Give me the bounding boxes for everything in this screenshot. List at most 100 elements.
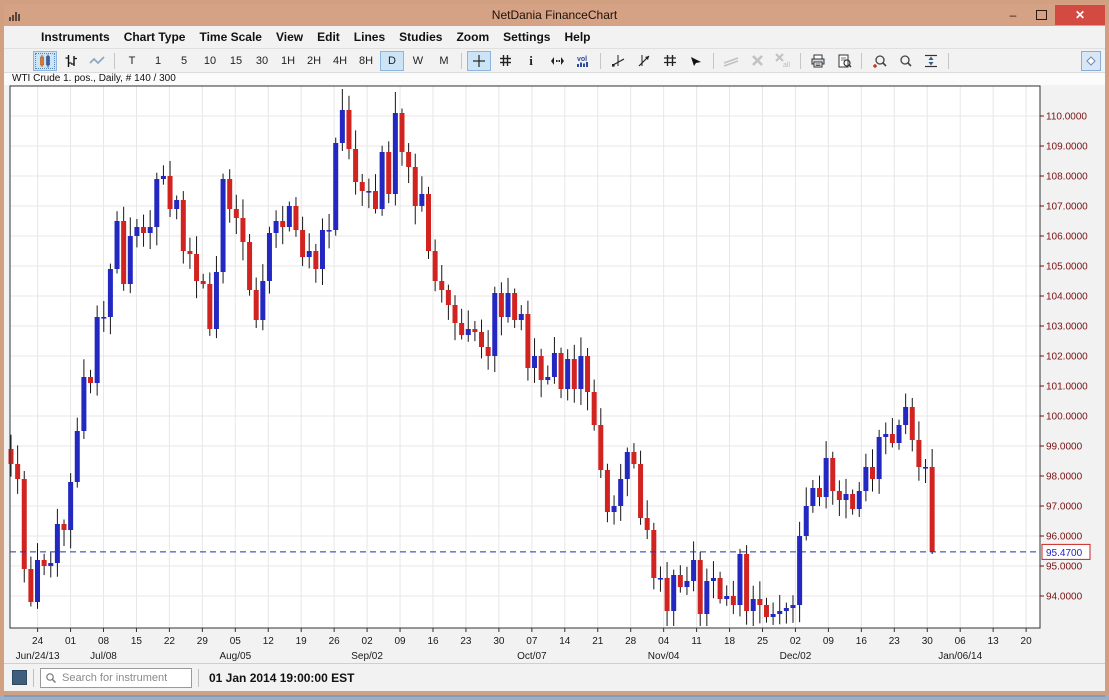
timeframe-button-T[interactable]: T [120, 51, 144, 71]
window-frame-accent [4, 695, 1105, 697]
svg-text:106.0000: 106.0000 [1046, 232, 1088, 243]
minimize-button[interactable]: – [999, 5, 1027, 25]
candlestick-chart-button[interactable] [33, 51, 57, 71]
last-update-timestamp: 01 Jan 2014 19:00:00 EST [209, 671, 354, 685]
svg-text:108.0000: 108.0000 [1046, 172, 1088, 183]
timeframe-button-1[interactable]: 1 [146, 51, 170, 71]
crosshair-button[interactable] [467, 51, 491, 71]
connection-status-icon[interactable] [12, 670, 27, 685]
timeframe-button-1H[interactable]: 1H [276, 51, 300, 71]
candlestick-chart[interactable]: 94.000095.000096.000097.000098.000099.00… [4, 85, 1105, 663]
instrument-search-box[interactable] [40, 668, 192, 688]
menu-item-edit[interactable]: Edit [310, 28, 347, 46]
toolbar-separator [713, 53, 714, 69]
title-bar: NetDania FinanceChart – ✕ [4, 4, 1105, 26]
trend-line-button[interactable] [606, 51, 630, 71]
timeframe-button-10[interactable]: 10 [198, 51, 222, 71]
timeframe-button-5[interactable]: 5 [172, 51, 196, 71]
svg-text:21: 21 [592, 636, 604, 647]
svg-text:28: 28 [625, 636, 637, 647]
svg-text:97.0000: 97.0000 [1046, 502, 1083, 513]
svg-text:105.0000: 105.0000 [1046, 262, 1088, 273]
svg-text:102.0000: 102.0000 [1046, 352, 1088, 363]
delete-line-button-disabled[interactable] [745, 51, 769, 71]
svg-text:30: 30 [493, 636, 505, 647]
svg-text:23: 23 [889, 636, 901, 647]
svg-text:06: 06 [955, 636, 967, 647]
menu-item-studies[interactable]: Studies [392, 28, 449, 46]
info-button[interactable]: i [519, 51, 543, 71]
delete-all-lines-button-disabled[interactable]: all [771, 51, 795, 71]
panel-window-icon [1086, 56, 1096, 66]
toolbar-separator [800, 53, 801, 69]
parallel-channel-icon [723, 55, 739, 67]
parallel-channel-button-disabled[interactable] [719, 51, 743, 71]
horizontal-scroll-button[interactable] [545, 51, 569, 71]
window-title: NetDania FinanceChart [4, 8, 1105, 22]
ohlc-bar-chart-button[interactable] [59, 51, 83, 71]
svg-text:29: 29 [197, 636, 209, 647]
timeframe-button-D[interactable]: D [380, 51, 404, 71]
menu-item-lines[interactable]: Lines [347, 28, 392, 46]
menu-item-chart-type[interactable]: Chart Type [117, 28, 193, 46]
toolbar: T151015301H2H4H8HDWM i [4, 49, 1105, 73]
timeframe-button-M[interactable]: M [432, 51, 456, 71]
search-input[interactable] [60, 671, 187, 685]
menu-item-view[interactable]: View [269, 28, 310, 46]
svg-text:94.0000: 94.0000 [1046, 592, 1083, 603]
svg-text:107.0000: 107.0000 [1046, 202, 1088, 213]
svg-text:24: 24 [32, 636, 44, 647]
ohlc-bars-icon [64, 54, 78, 68]
zoom-out-button[interactable] [893, 51, 917, 71]
menu-item-settings[interactable]: Settings [496, 28, 557, 46]
svg-text:16: 16 [427, 636, 439, 647]
timeframe-button-30[interactable]: 30 [250, 51, 274, 71]
print-preview-button[interactable] [832, 51, 856, 71]
volume-icon: vol [575, 54, 591, 68]
line-chart-button[interactable] [85, 51, 109, 71]
parallel-lines-button[interactable] [658, 51, 682, 71]
fit-vertical-button[interactable] [919, 51, 943, 71]
menu-bar: InstrumentsChart TypeTime ScaleViewEditL… [4, 26, 1105, 49]
candlestick-icon [38, 54, 52, 68]
chart-area[interactable]: 94.000095.000096.000097.000098.000099.00… [4, 85, 1105, 663]
svg-text:96.0000: 96.0000 [1046, 532, 1083, 543]
svg-text:19: 19 [296, 636, 308, 647]
print-button[interactable] [806, 51, 830, 71]
line-chart-icon [89, 55, 105, 67]
toolbar-separator [114, 53, 115, 69]
svg-text:26: 26 [329, 636, 341, 647]
svg-text:104.0000: 104.0000 [1046, 292, 1088, 303]
menu-item-time-scale[interactable]: Time Scale [192, 28, 268, 46]
horizontal-arrows-icon [550, 56, 565, 66]
grid-button[interactable] [493, 51, 517, 71]
zoom-in-button[interactable] [867, 51, 891, 71]
svg-text:18: 18 [724, 636, 736, 647]
pointer-arrow-button[interactable] [684, 51, 708, 71]
svg-text:22: 22 [164, 636, 176, 647]
svg-text:103.0000: 103.0000 [1046, 322, 1088, 333]
timeframe-button-4H[interactable]: 4H [328, 51, 352, 71]
maximize-icon [1036, 10, 1047, 20]
svg-text:02: 02 [362, 636, 374, 647]
svg-text:09: 09 [394, 636, 406, 647]
panel-window-button[interactable] [1081, 51, 1101, 71]
timeframe-button-W[interactable]: W [406, 51, 430, 71]
menu-item-instruments[interactable]: Instruments [34, 28, 117, 46]
svg-text:vol: vol [577, 56, 587, 63]
close-button[interactable]: ✕ [1055, 5, 1105, 25]
timeframe-button-8H[interactable]: 8H [354, 51, 378, 71]
svg-text:Dec/02: Dec/02 [780, 651, 812, 662]
menu-item-zoom[interactable]: Zoom [449, 28, 496, 46]
timeframe-button-2H[interactable]: 2H [302, 51, 326, 71]
trend-line-arrow-button[interactable] [632, 51, 656, 71]
volume-button[interactable]: vol [571, 51, 595, 71]
svg-text:02: 02 [790, 636, 802, 647]
svg-text:100.0000: 100.0000 [1046, 412, 1088, 423]
crosshair-icon [472, 54, 486, 68]
timeframe-button-15[interactable]: 15 [224, 51, 248, 71]
svg-text:98.0000: 98.0000 [1046, 472, 1083, 483]
maximize-button[interactable] [1027, 5, 1055, 25]
pointer-arrow-icon [689, 55, 703, 67]
menu-item-help[interactable]: Help [557, 28, 597, 46]
